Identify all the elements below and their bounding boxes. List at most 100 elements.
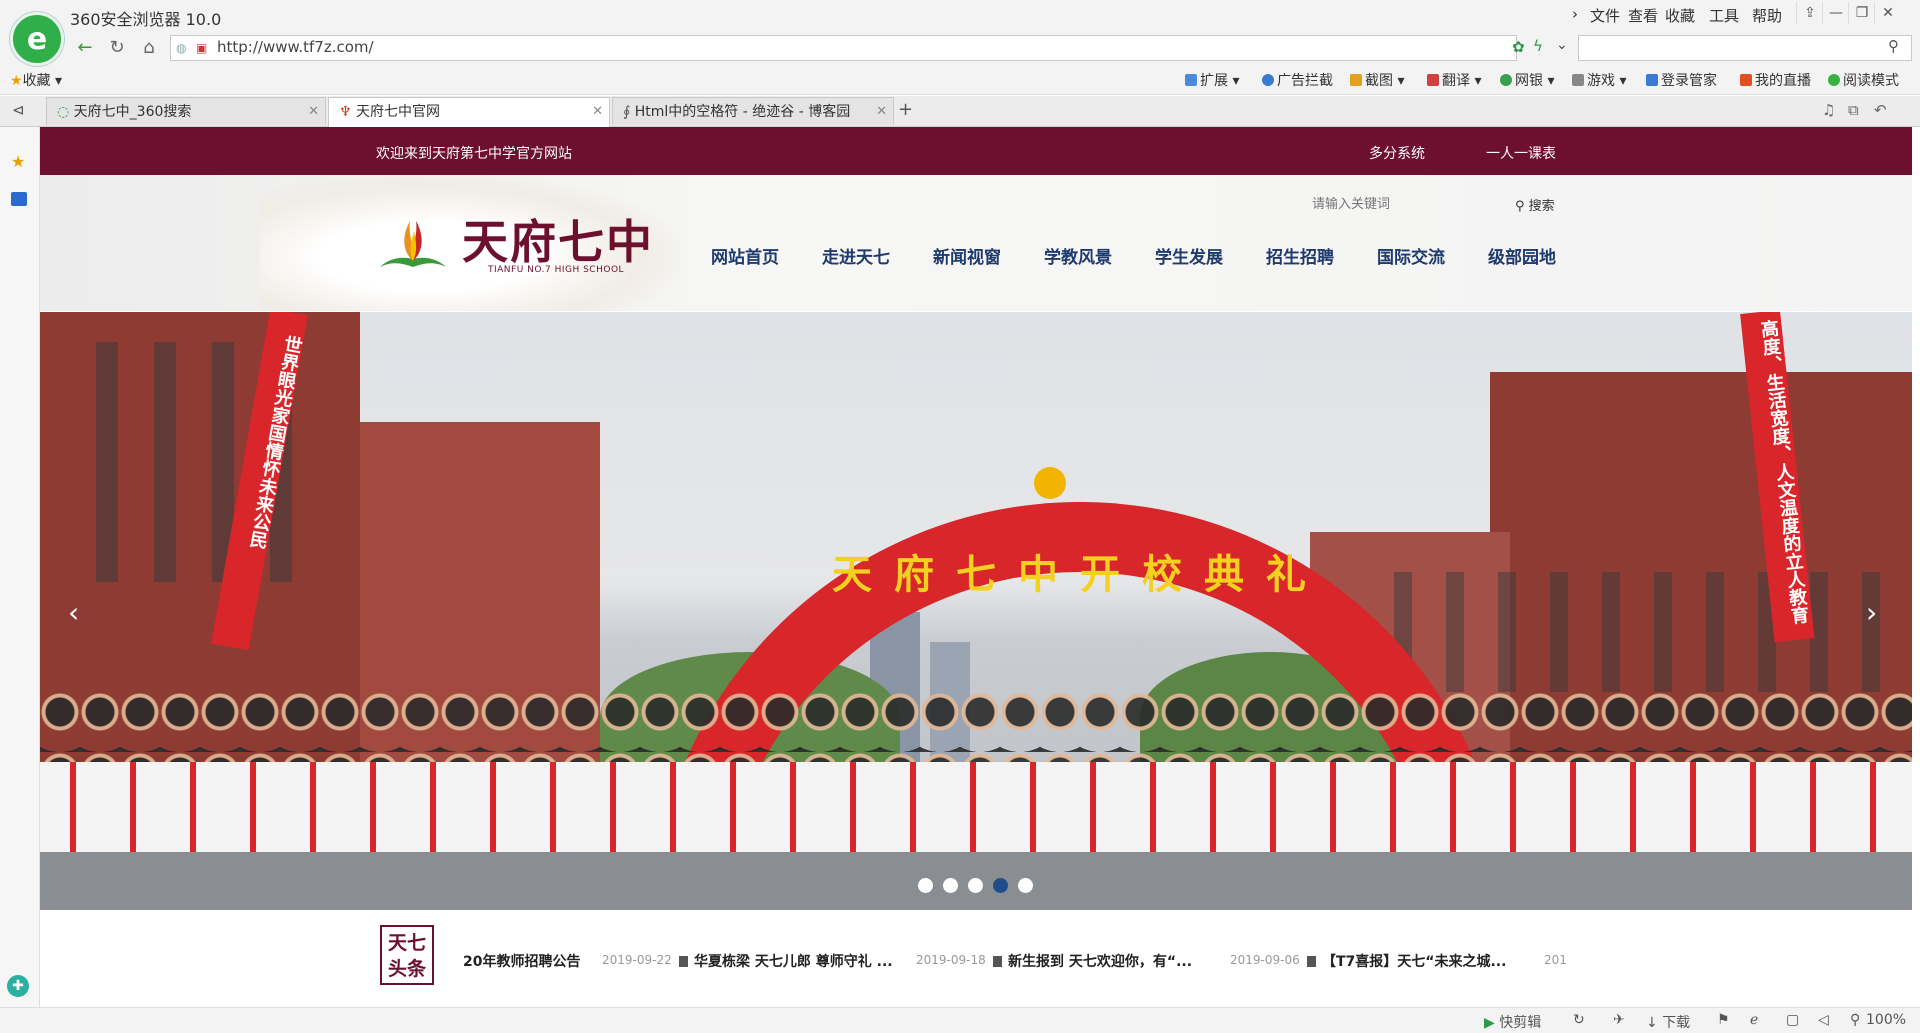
new-tab-button[interactable]: + bbox=[898, 99, 913, 120]
zoom-level[interactable]: 100% bbox=[1866, 1012, 1906, 1028]
toolbar-extensions[interactable]: 扩展 ▾ bbox=[1185, 70, 1239, 90]
nav-home[interactable]: 网站首页 bbox=[711, 243, 779, 268]
speed-mode-icon[interactable]: ✿ bbox=[1512, 38, 1525, 56]
status-window-icon[interactable]: ▢ bbox=[1786, 1012, 1799, 1028]
toolbar-reading-mode[interactable]: 阅读模式 bbox=[1828, 70, 1899, 90]
status-flag-icon[interactable]: ⚑ bbox=[1717, 1012, 1730, 1028]
headline-3-title[interactable]: 新生报到 天七欢迎你，有“... bbox=[993, 951, 1192, 971]
tab-close-icon[interactable]: ✕ bbox=[592, 98, 603, 126]
menu-arrow-icon[interactable]: › bbox=[1572, 5, 1578, 23]
tab-close-icon[interactable]: ✕ bbox=[308, 98, 319, 126]
headline-1-title[interactable]: 20年教师招聘公告 bbox=[463, 951, 580, 971]
nav-recruitment[interactable]: 招生招聘 bbox=[1266, 243, 1334, 268]
slide-dot[interactable] bbox=[1018, 878, 1033, 893]
tab-list-icon[interactable]: ⧉ bbox=[1848, 101, 1859, 119]
nav-grades[interactable]: 级部园地 bbox=[1488, 243, 1556, 268]
menu-file[interactable]: 文件 bbox=[1590, 5, 1620, 26]
address-dropdown-icon[interactable]: ⌄ bbox=[1556, 37, 1568, 53]
download-button[interactable]: ↓ 下载 bbox=[1646, 1012, 1690, 1032]
headline-4-title[interactable]: 【T7喜报】天七“未来之城... bbox=[1307, 951, 1506, 971]
headphone-icon[interactable]: ♫ bbox=[1822, 101, 1835, 119]
menu-tools[interactable]: 工具 bbox=[1709, 5, 1739, 26]
home-button[interactable]: ⌂ bbox=[136, 36, 162, 60]
skin-icon[interactable]: ⇪ bbox=[1796, 2, 1823, 24]
quick-clip-button[interactable]: ▶ 快剪辑 bbox=[1484, 1012, 1541, 1032]
toolbar-ebank[interactable]: 网银 ▾ bbox=[1500, 70, 1554, 90]
status-sound-icon[interactable]: ◁ bbox=[1818, 1012, 1829, 1028]
toolbar-live[interactable]: 我的直播 bbox=[1740, 70, 1811, 90]
headline-3-date: 2019-09-06 bbox=[1230, 953, 1300, 967]
nav-students[interactable]: 学生发展 bbox=[1155, 243, 1223, 268]
refresh-button[interactable]: ↻ bbox=[104, 36, 130, 60]
undo-close-icon[interactable]: ↶ bbox=[1874, 101, 1887, 119]
app-title: 360安全浏览器 10.0 bbox=[70, 10, 222, 29]
top-link-timetable[interactable]: 一人一课表 bbox=[1486, 143, 1556, 163]
live-icon bbox=[1740, 74, 1752, 86]
status-bar bbox=[0, 1007, 1920, 1033]
adblock-icon bbox=[1262, 74, 1274, 86]
site-top-bar bbox=[40, 127, 1912, 175]
toolbar-screenshot[interactable]: 截图 ▾ bbox=[1350, 70, 1404, 90]
clip-icon: ▶ bbox=[1484, 1015, 1495, 1031]
nav-about[interactable]: 走进天七 bbox=[822, 243, 890, 268]
toolbar-adblock[interactable]: 广告拦截 bbox=[1262, 70, 1333, 90]
tab-cnblogs[interactable]: ∮ Html中的空格符 - 绝迹谷 - 博客园 ✕ bbox=[612, 97, 894, 125]
menu-help[interactable]: 帮助 bbox=[1752, 5, 1782, 26]
close-window-button[interactable]: ✕ bbox=[1874, 2, 1901, 24]
headline-4-date: 201 bbox=[1544, 953, 1567, 967]
restore-button[interactable]: ❐ bbox=[1848, 2, 1875, 24]
slide-dot[interactable] bbox=[918, 878, 933, 893]
sidebar-favorites-icon[interactable]: ★ bbox=[11, 152, 25, 171]
status-refresh-icon[interactable]: ↻ bbox=[1573, 1012, 1585, 1028]
logo-chinese-name[interactable]: 天府七中 bbox=[462, 206, 654, 272]
reading-mode-icon bbox=[1828, 74, 1840, 86]
extensions-icon bbox=[1185, 74, 1197, 86]
banner-next-arrow-icon[interactable]: › bbox=[1866, 596, 1877, 629]
logo-english-name: TIANFU NO.7 HIGH SCHOOL bbox=[488, 265, 625, 275]
menu-view[interactable]: 查看 bbox=[1628, 5, 1658, 26]
browser-search-input[interactable] bbox=[1578, 35, 1912, 61]
top-link-score-system[interactable]: 多分系统 bbox=[1369, 143, 1425, 163]
document-icon bbox=[1307, 956, 1316, 967]
headline-1-date: 2019-09-22 bbox=[602, 953, 672, 967]
status-pin-icon[interactable]: ✈ bbox=[1613, 1012, 1625, 1028]
document-icon bbox=[679, 956, 688, 967]
search-icon: ⚲ bbox=[1515, 199, 1525, 214]
tab-close-icon[interactable]: ✕ bbox=[876, 98, 887, 126]
minimize-button[interactable]: — bbox=[1822, 2, 1849, 24]
banner-prev-arrow-icon[interactable]: ‹ bbox=[68, 596, 79, 629]
sidebar-collapse-icon[interactable]: ⊲ bbox=[12, 101, 25, 119]
zoom-icon[interactable]: ⚲ bbox=[1850, 1012, 1860, 1028]
menu-favorites[interactable]: 收藏 bbox=[1665, 5, 1695, 26]
slide-dot-active[interactable] bbox=[993, 878, 1008, 893]
headline-2-date: 2019-09-18 bbox=[916, 953, 986, 967]
nav-teaching[interactable]: 学教风景 bbox=[1044, 243, 1112, 268]
headline-2-title[interactable]: 华夏栋梁 天七儿郎 尊师守礼 ... bbox=[679, 951, 893, 971]
site-search-input[interactable] bbox=[1310, 192, 1504, 216]
status-ie-icon[interactable]: ℯ bbox=[1750, 1012, 1758, 1028]
toolbar-translate[interactable]: 翻译 ▾ bbox=[1427, 70, 1481, 90]
site-search-button[interactable]: ⚲ 搜索 bbox=[1515, 195, 1555, 214]
sidebar-chat-icon[interactable] bbox=[11, 192, 27, 206]
arch-caption: 天府七中开校典礼 bbox=[832, 551, 1328, 598]
sidebar-plus-icon[interactable]: ✚ bbox=[7, 975, 29, 997]
welcome-text: 欢迎来到天府第七中学官方网站 bbox=[376, 146, 572, 162]
slide-dot[interactable] bbox=[968, 878, 983, 893]
nav-international[interactable]: 国际交流 bbox=[1377, 243, 1445, 268]
school-emblem-icon[interactable] bbox=[378, 215, 448, 275]
back-button[interactable]: ← bbox=[72, 36, 98, 60]
tab-360-search[interactable]: ◌ 天府七中_360搜索 ✕ bbox=[46, 97, 326, 125]
document-icon bbox=[993, 956, 1002, 967]
toolbar-games[interactable]: 游戏 ▾ bbox=[1572, 70, 1626, 90]
nav-news[interactable]: 新闻视窗 bbox=[933, 243, 1001, 268]
toolbar-login-manager[interactable]: 登录管家 bbox=[1646, 70, 1717, 90]
tab-tf7z[interactable]: ♆ 天府七中官网 ✕ bbox=[328, 97, 610, 127]
360search-icon: ◌ bbox=[57, 104, 70, 120]
download-icon: ↓ bbox=[1646, 1015, 1658, 1031]
search-icon[interactable]: ⚲ bbox=[1888, 37, 1899, 55]
hero-banner[interactable]: 天府七中开校典礼 bbox=[40, 312, 1912, 910]
site-search: ⚲ 搜索 bbox=[1310, 192, 1570, 216]
slide-dot[interactable] bbox=[943, 878, 958, 893]
lightning-icon[interactable]: ϟ bbox=[1533, 37, 1543, 55]
favorites-button[interactable]: ★收藏 ▾ bbox=[10, 70, 62, 90]
